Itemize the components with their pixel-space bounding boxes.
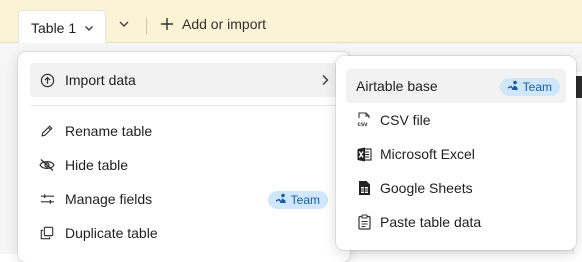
add-or-import-label: Add or import bbox=[182, 16, 267, 32]
menu-item-label: Rename table bbox=[65, 123, 153, 139]
submenu-item-label: Airtable base bbox=[356, 78, 438, 94]
team-badge: Team bbox=[267, 191, 328, 209]
chevron-down-icon bbox=[84, 23, 94, 33]
menu-divider bbox=[30, 105, 338, 106]
submenu-item-google-sheets[interactable]: Google Sheets bbox=[346, 171, 566, 205]
submenu-item-label: Paste table data bbox=[380, 214, 482, 230]
table-toolbar: Table 1 Add or import bbox=[0, 0, 582, 44]
copy-icon bbox=[39, 225, 55, 241]
team-badge-label: Team bbox=[290, 193, 320, 207]
excel-icon bbox=[356, 146, 372, 162]
sliders-icon bbox=[39, 191, 55, 207]
menu-item-label: Hide table bbox=[65, 157, 129, 173]
svg-text:csv: csv bbox=[358, 122, 369, 128]
team-plan-icon bbox=[507, 80, 519, 94]
submenu-item-airtable-base[interactable]: Airtable base Team bbox=[346, 69, 566, 103]
menu-item-hide-table[interactable]: Hide table bbox=[30, 148, 338, 182]
table-options-menu: Import data Rename table Hide table Mana… bbox=[18, 52, 350, 262]
menu-item-manage-fields[interactable]: Manage fields Team bbox=[30, 182, 338, 216]
menu-item-rename-table[interactable]: Rename table bbox=[30, 114, 338, 148]
google-sheets-icon bbox=[356, 180, 372, 196]
table-tab-label: Table 1 bbox=[31, 19, 77, 36]
submenu-item-paste-table-data[interactable]: Paste table data bbox=[346, 205, 566, 239]
menu-item-import-data[interactable]: Import data bbox=[30, 63, 338, 97]
arrow-up-circle-icon bbox=[39, 72, 55, 88]
team-badge: Team bbox=[499, 78, 560, 96]
menu-item-label: Import data bbox=[65, 72, 136, 88]
menu-item-label: Duplicate table bbox=[65, 225, 158, 241]
menu-item-duplicate-table[interactable]: Duplicate table bbox=[30, 216, 338, 250]
submenu-item-label: Google Sheets bbox=[380, 180, 473, 196]
import-data-submenu: Airtable base Team csv CSV file Microsof… bbox=[336, 56, 576, 250]
submenu-item-label: CSV file bbox=[380, 112, 431, 128]
submenu-item-microsoft-excel[interactable]: Microsoft Excel bbox=[346, 137, 566, 171]
submenu-item-label: Microsoft Excel bbox=[380, 146, 475, 162]
table-tab[interactable]: Table 1 bbox=[18, 10, 106, 44]
submenu-item-csv-file[interactable]: csv CSV file bbox=[346, 103, 566, 137]
toolbar-divider bbox=[146, 18, 147, 34]
plus-icon bbox=[160, 17, 174, 31]
team-plan-icon bbox=[275, 193, 287, 207]
menu-item-label: Manage fields bbox=[65, 191, 153, 207]
team-badge-label: Team bbox=[522, 80, 552, 94]
eye-slash-icon bbox=[39, 157, 55, 173]
clipboard-icon bbox=[356, 214, 372, 230]
csv-file-icon: csv bbox=[356, 112, 372, 128]
pencil-icon bbox=[39, 123, 55, 139]
add-or-import-button[interactable]: Add or import bbox=[160, 16, 266, 32]
chevron-right-icon bbox=[320, 73, 330, 89]
all-tables-chevron-icon[interactable] bbox=[118, 18, 130, 30]
